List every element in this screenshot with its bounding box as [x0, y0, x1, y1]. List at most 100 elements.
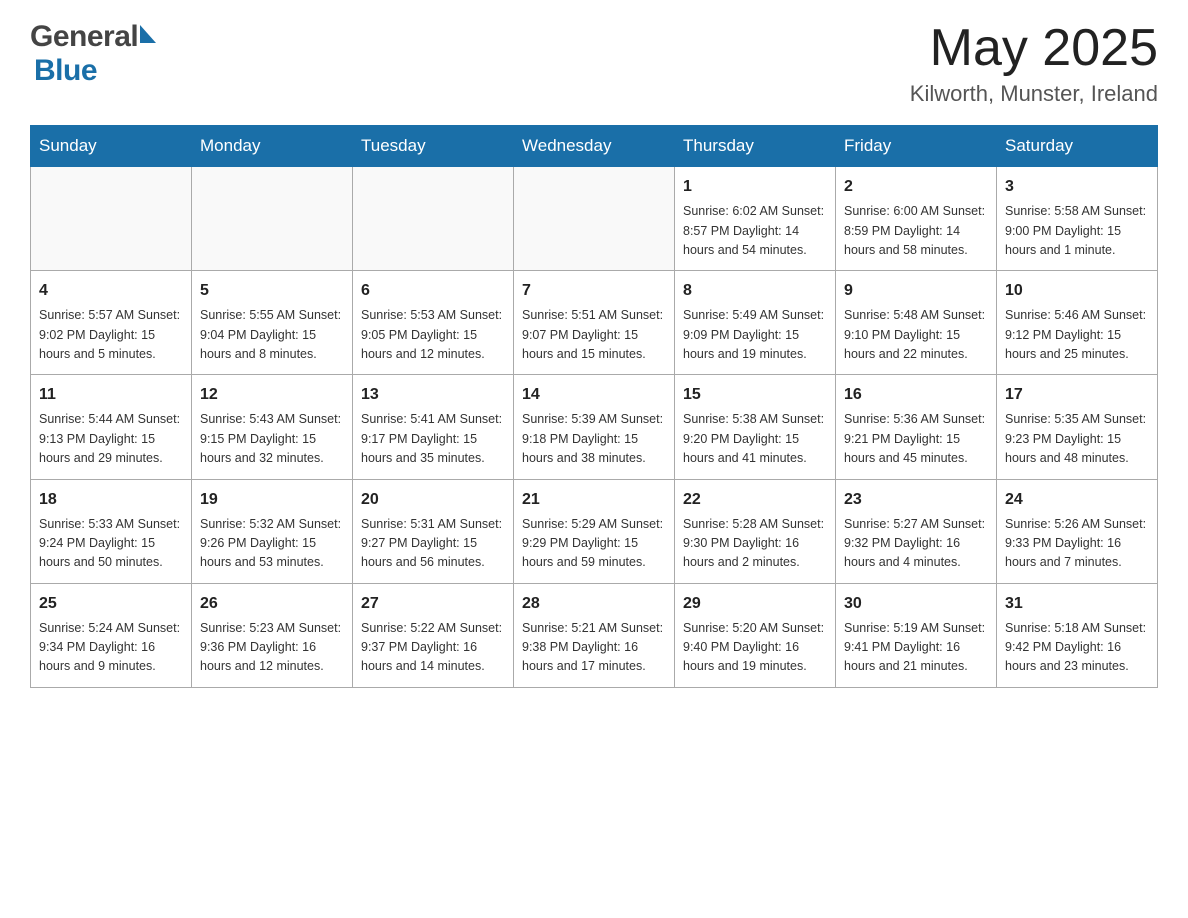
calendar-cell: 15 Sunrise: 5:38 AM Sunset: 9:20 PM Dayli… [675, 375, 836, 479]
day-number: 3 [1005, 175, 1149, 199]
calendar-cell: 13 Sunrise: 5:41 AM Sunset: 9:17 PM Dayli… [353, 375, 514, 479]
calendar-cell: 18 Sunrise: 5:33 AM Sunset: 9:24 PM Dayli… [31, 479, 192, 583]
day-number: 26 [200, 592, 344, 616]
day-info: Sunrise: 5:57 AM Sunset: 9:02 PM Dayligh… [39, 306, 183, 364]
day-info: Sunrise: 5:18 AM Sunset: 9:42 PM Dayligh… [1005, 619, 1149, 677]
location-text: Kilworth, Munster, Ireland [910, 81, 1158, 107]
day-info: Sunrise: 5:49 AM Sunset: 9:09 PM Dayligh… [683, 306, 827, 364]
day-info: Sunrise: 5:20 AM Sunset: 9:40 PM Dayligh… [683, 619, 827, 677]
calendar-cell: 29Sunrise: 5:20 AM Sunset: 9:40 PM Dayli… [675, 583, 836, 687]
day-info: Sunrise: 5:35 AM Sunset: 9:23 PM Dayligh… [1005, 410, 1149, 468]
day-number: 12 [200, 383, 344, 407]
calendar-cell: 11 Sunrise: 5:44 AM Sunset: 9:13 PM Dayli… [31, 375, 192, 479]
day-number: 1 [683, 175, 827, 199]
calendar-cell: 28 Sunrise: 5:21 AM Sunset: 9:38 PM Dayli… [514, 583, 675, 687]
calendar-week-row: 18 Sunrise: 5:33 AM Sunset: 9:24 PM Dayli… [31, 479, 1158, 583]
calendar-cell: 2 Sunrise: 6:00 AM Sunset: 8:59 PM Daylig… [836, 167, 997, 271]
calendar-table: SundayMondayTuesdayWednesdayThursdayFrid… [30, 125, 1158, 688]
calendar-header-row: SundayMondayTuesdayWednesdayThursdayFrid… [31, 126, 1158, 167]
day-number: 11 [39, 383, 183, 407]
day-info: Sunrise: 6:02 AM Sunset: 8:57 PM Dayligh… [683, 202, 827, 260]
calendar-cell: 3 Sunrise: 5:58 AM Sunset: 9:00 PM Daylig… [997, 167, 1158, 271]
calendar-cell: 1 Sunrise: 6:02 AM Sunset: 8:57 PM Daylig… [675, 167, 836, 271]
day-info: Sunrise: 5:38 AM Sunset: 9:20 PM Dayligh… [683, 410, 827, 468]
day-number: 8 [683, 279, 827, 303]
day-info: Sunrise: 5:23 AM Sunset: 9:36 PM Dayligh… [200, 619, 344, 677]
calendar-day-header: Thursday [675, 126, 836, 167]
day-number: 4 [39, 279, 183, 303]
day-info: Sunrise: 5:48 AM Sunset: 9:10 PM Dayligh… [844, 306, 988, 364]
day-info: Sunrise: 5:24 AM Sunset: 9:34 PM Dayligh… [39, 619, 183, 677]
day-info: Sunrise: 5:27 AM Sunset: 9:32 PM Dayligh… [844, 515, 988, 573]
day-number: 30 [844, 592, 988, 616]
calendar-cell: 7 Sunrise: 5:51 AM Sunset: 9:07 PM Daylig… [514, 271, 675, 375]
day-info: Sunrise: 5:33 AM Sunset: 9:24 PM Dayligh… [39, 515, 183, 573]
calendar-day-header: Friday [836, 126, 997, 167]
calendar-week-row: 1 Sunrise: 6:02 AM Sunset: 8:57 PM Daylig… [31, 167, 1158, 271]
calendar-cell: 21 Sunrise: 5:29 AM Sunset: 9:29 PM Dayli… [514, 479, 675, 583]
calendar-cell: 24 Sunrise: 5:26 AM Sunset: 9:33 PM Dayli… [997, 479, 1158, 583]
day-number: 21 [522, 488, 666, 512]
day-number: 31 [1005, 592, 1149, 616]
title-section: May 2025 Kilworth, Munster, Ireland [910, 20, 1158, 107]
day-info: Sunrise: 5:51 AM Sunset: 9:07 PM Dayligh… [522, 306, 666, 364]
day-number: 18 [39, 488, 183, 512]
calendar-cell: 8 Sunrise: 5:49 AM Sunset: 9:09 PM Daylig… [675, 271, 836, 375]
calendar-cell: 27 Sunrise: 5:22 AM Sunset: 9:37 PM Dayli… [353, 583, 514, 687]
day-number: 19 [200, 488, 344, 512]
logo: General Blue [30, 20, 158, 88]
calendar-cell [192, 167, 353, 271]
day-number: 27 [361, 592, 505, 616]
day-number: 24 [1005, 488, 1149, 512]
logo-general-text: General [30, 20, 138, 54]
logo-arrow-icon [140, 25, 156, 43]
day-number: 28 [522, 592, 666, 616]
day-info: Sunrise: 5:21 AM Sunset: 9:38 PM Dayligh… [522, 619, 666, 677]
day-info: Sunrise: 5:22 AM Sunset: 9:37 PM Dayligh… [361, 619, 505, 677]
calendar-cell: 16Sunrise: 5:36 AM Sunset: 9:21 PM Dayli… [836, 375, 997, 479]
day-info: Sunrise: 5:26 AM Sunset: 9:33 PM Dayligh… [1005, 515, 1149, 573]
day-number: 9 [844, 279, 988, 303]
day-info: Sunrise: 5:32 AM Sunset: 9:26 PM Dayligh… [200, 515, 344, 573]
calendar-cell [353, 167, 514, 271]
calendar-day-header: Saturday [997, 126, 1158, 167]
page-header: General Blue May 2025 Kilworth, Munster,… [30, 20, 1158, 107]
day-number: 13 [361, 383, 505, 407]
calendar-cell [31, 167, 192, 271]
day-number: 14 [522, 383, 666, 407]
calendar-cell: 14Sunrise: 5:39 AM Sunset: 9:18 PM Dayli… [514, 375, 675, 479]
calendar-cell: 23 Sunrise: 5:27 AM Sunset: 9:32 PM Dayli… [836, 479, 997, 583]
calendar-cell: 4 Sunrise: 5:57 AM Sunset: 9:02 PM Daylig… [31, 271, 192, 375]
calendar-day-header: Tuesday [353, 126, 514, 167]
day-info: Sunrise: 5:43 AM Sunset: 9:15 PM Dayligh… [200, 410, 344, 468]
day-info: Sunrise: 5:58 AM Sunset: 9:00 PM Dayligh… [1005, 202, 1149, 260]
day-info: Sunrise: 6:00 AM Sunset: 8:59 PM Dayligh… [844, 202, 988, 260]
day-info: Sunrise: 5:55 AM Sunset: 9:04 PM Dayligh… [200, 306, 344, 364]
day-info: Sunrise: 5:19 AM Sunset: 9:41 PM Dayligh… [844, 619, 988, 677]
day-number: 15 [683, 383, 827, 407]
day-number: 2 [844, 175, 988, 199]
day-number: 22 [683, 488, 827, 512]
day-info: Sunrise: 5:28 AM Sunset: 9:30 PM Dayligh… [683, 515, 827, 573]
calendar-cell: 5 Sunrise: 5:55 AM Sunset: 9:04 PM Daylig… [192, 271, 353, 375]
day-info: Sunrise: 5:29 AM Sunset: 9:29 PM Dayligh… [522, 515, 666, 573]
day-number: 23 [844, 488, 988, 512]
calendar-day-header: Monday [192, 126, 353, 167]
day-number: 20 [361, 488, 505, 512]
day-info: Sunrise: 5:44 AM Sunset: 9:13 PM Dayligh… [39, 410, 183, 468]
calendar-cell: 20Sunrise: 5:31 AM Sunset: 9:27 PM Dayli… [353, 479, 514, 583]
day-number: 5 [200, 279, 344, 303]
day-number: 7 [522, 279, 666, 303]
day-number: 10 [1005, 279, 1149, 303]
day-info: Sunrise: 5:41 AM Sunset: 9:17 PM Dayligh… [361, 410, 505, 468]
calendar-week-row: 4 Sunrise: 5:57 AM Sunset: 9:02 PM Daylig… [31, 271, 1158, 375]
calendar-cell: 25Sunrise: 5:24 AM Sunset: 9:34 PM Dayli… [31, 583, 192, 687]
calendar-cell: 26 Sunrise: 5:23 AM Sunset: 9:36 PM Dayli… [192, 583, 353, 687]
logo-blue-text: Blue [34, 54, 97, 87]
day-number: 6 [361, 279, 505, 303]
calendar-cell: 12 Sunrise: 5:43 AM Sunset: 9:15 PM Dayli… [192, 375, 353, 479]
calendar-cell: 19 Sunrise: 5:32 AM Sunset: 9:26 PM Dayli… [192, 479, 353, 583]
calendar-cell: 31 Sunrise: 5:18 AM Sunset: 9:42 PM Dayli… [997, 583, 1158, 687]
day-info: Sunrise: 5:36 AM Sunset: 9:21 PM Dayligh… [844, 410, 988, 468]
calendar-week-row: 25Sunrise: 5:24 AM Sunset: 9:34 PM Dayli… [31, 583, 1158, 687]
